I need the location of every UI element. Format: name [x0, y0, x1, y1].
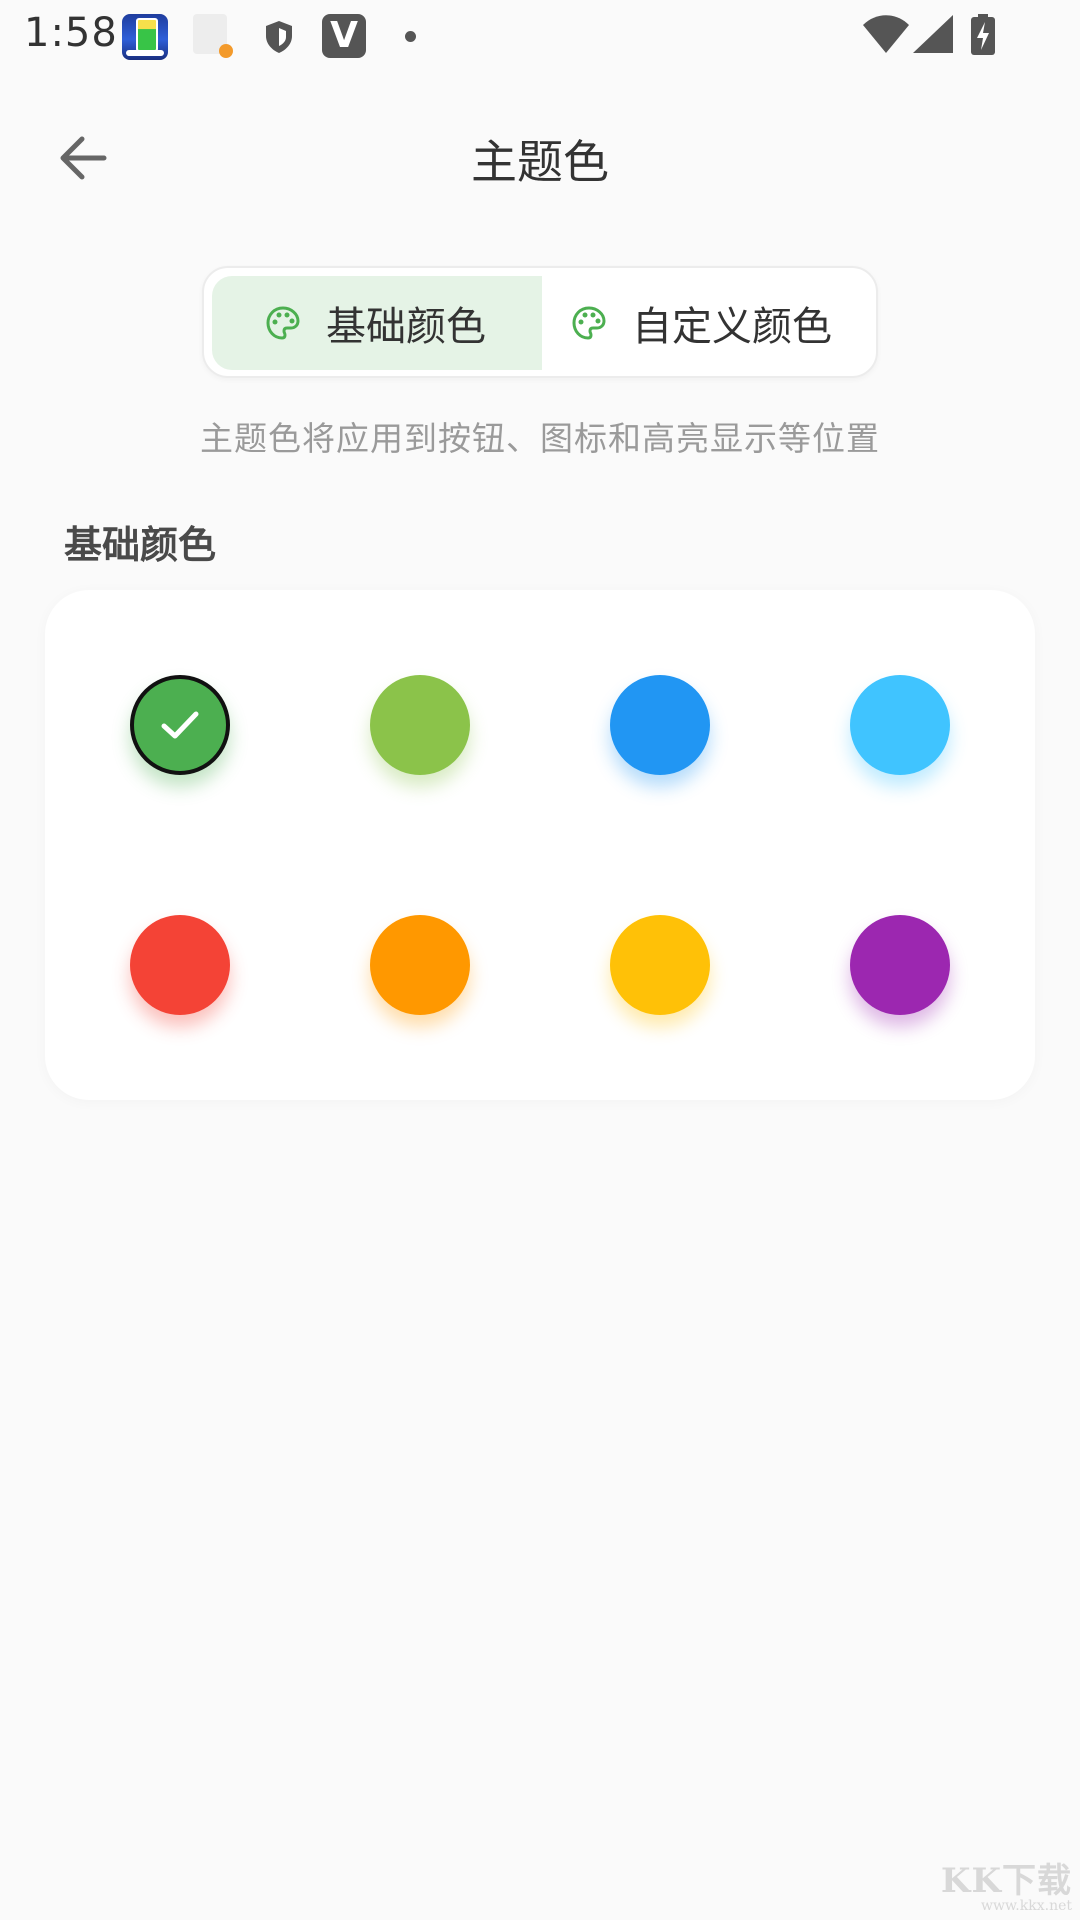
- battery-app-icon: [122, 14, 168, 60]
- page-title: 主题色: [471, 135, 609, 189]
- tab-basic-colors-label: 基础颜色: [326, 304, 486, 350]
- theme-color-description: 主题色将应用到按钮、图标和高亮显示等位置: [200, 419, 880, 458]
- color-swatch-blue[interactable]: [610, 675, 710, 775]
- dot-icon: [405, 31, 416, 42]
- check-icon: [161, 711, 199, 739]
- tab-basic-colors[interactable]: 基础颜色: [212, 276, 542, 370]
- color-swatch-orange[interactable]: [370, 915, 470, 1015]
- section-title: 基础颜色: [64, 523, 217, 567]
- tab-custom-colors[interactable]: 自定义颜色: [542, 276, 870, 370]
- color-swatch-purple[interactable]: [850, 915, 950, 1015]
- status-time: 1:58: [24, 10, 118, 56]
- color-swatch-light-blue[interactable]: [850, 675, 950, 775]
- shield-icon: [266, 21, 292, 53]
- color-swatch-amber[interactable]: [610, 915, 710, 1015]
- battery-charging-icon: [971, 14, 995, 55]
- v-app-icon: V: [322, 14, 366, 58]
- wifi-icon: [863, 15, 909, 53]
- tab-custom-colors-label: 自定义颜色: [632, 304, 832, 350]
- color-swatch-light-green[interactable]: [370, 675, 470, 775]
- palette-icon: [266, 306, 300, 340]
- color-swatch-green[interactable]: [130, 675, 230, 775]
- watermark-logo: KK下载 www.kkx.net: [941, 1853, 1072, 1914]
- color-swatch-red[interactable]: [130, 915, 230, 1015]
- cell-signal-icon: [913, 15, 953, 53]
- watermark-text: KK下载: [940, 1861, 1072, 1901]
- app-bar: 主题色: [0, 100, 1080, 216]
- color-swatch-card: [45, 590, 1035, 1100]
- color-mode-tabs: 基础颜色 自定义颜色: [202, 266, 878, 378]
- palette-icon: [572, 306, 606, 340]
- status-bar: 1:58 V: [0, 0, 1080, 70]
- document-alert-icon: [193, 14, 233, 58]
